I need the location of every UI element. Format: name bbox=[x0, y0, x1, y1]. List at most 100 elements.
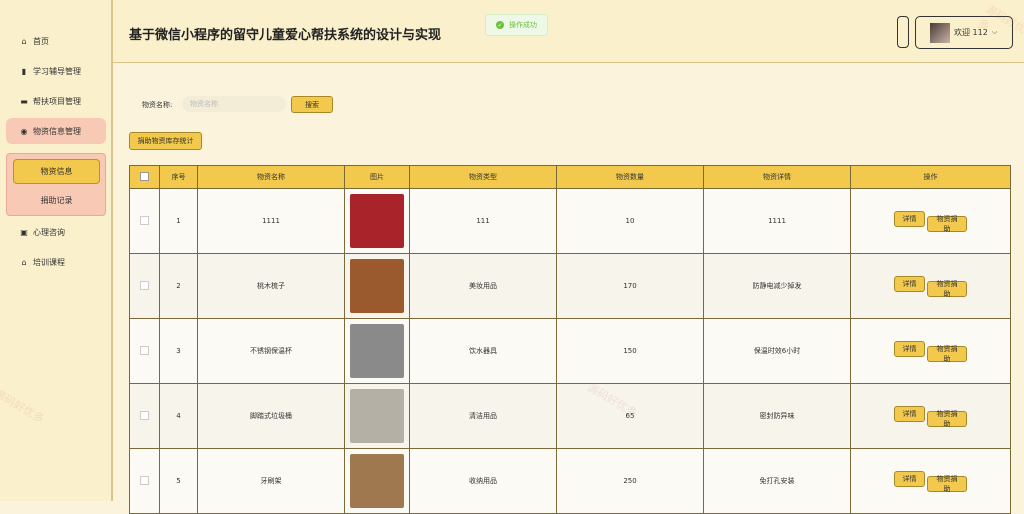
material-name: 桃木梳子 bbox=[197, 253, 345, 319]
sidebar-item-projects[interactable]: ▬ 帮扶项目管理 bbox=[6, 88, 106, 114]
header: 基于微信小程序的留守儿童爱心帮扶系统的设计与实现 ✓ 操作成功 欢迎 112 ⌵ bbox=[113, 0, 1024, 63]
bank-icon: ⌂ bbox=[21, 257, 27, 267]
card-icon: ▬ bbox=[20, 96, 28, 106]
material-quantity: 150 bbox=[556, 318, 704, 384]
select-all-checkbox[interactable] bbox=[140, 171, 149, 181]
row-number: 1 bbox=[159, 188, 198, 254]
sidebar-item-label: 心理咨询 bbox=[33, 227, 65, 237]
actions-cell: 详情 物资捐助 bbox=[850, 188, 1011, 254]
material-detail: 防静电减少掉发 bbox=[703, 253, 851, 319]
material-image[interactable] bbox=[350, 454, 404, 508]
search-button[interactable]: 搜索 bbox=[291, 96, 333, 113]
check-circle-icon: ✓ bbox=[496, 21, 504, 29]
welcome-text: 欢迎 112 bbox=[954, 28, 988, 37]
table-row: 4 脚踏式垃圾桶 清洁用品 65 密封防异味 详情 物资捐助 bbox=[129, 383, 1011, 449]
detail-button[interactable]: 详情 bbox=[894, 210, 925, 227]
stock-statistics-button[interactable]: 捐助物资库存统计 bbox=[129, 132, 202, 150]
material-name: 牙刷架 bbox=[197, 448, 345, 514]
chevron-down-icon: ⌵ bbox=[991, 28, 998, 36]
column-header: 序号 bbox=[159, 165, 198, 189]
row-select-cell bbox=[129, 383, 160, 449]
sidebar-item-home[interactable]: ⌂ 首页 bbox=[6, 28, 106, 54]
row-select-cell bbox=[129, 318, 160, 384]
row-select-cell bbox=[129, 188, 160, 254]
material-type: 111 bbox=[409, 188, 557, 254]
image-cell bbox=[344, 448, 410, 514]
column-header: 物资详情 bbox=[703, 165, 851, 189]
material-type: 饮水器具 bbox=[409, 318, 557, 384]
material-name: 1111 bbox=[197, 188, 345, 254]
sidebar-item-study[interactable]: ▮ 学习辅导管理 bbox=[6, 58, 106, 84]
column-header: 操作 bbox=[850, 165, 1011, 189]
submenu-item-materials-info[interactable]: 物资信息 bbox=[13, 159, 100, 184]
page-title: 基于微信小程序的留守儿童爱心帮扶系统的设计与实现 bbox=[129, 28, 442, 43]
detail-button[interactable]: 详情 bbox=[894, 275, 925, 292]
sidebar-item-materials[interactable]: ◉ 物资信息管理 bbox=[6, 118, 106, 144]
donate-button[interactable]: 物资捐助 bbox=[927, 410, 967, 428]
actions-cell: 详情 物资捐助 bbox=[850, 253, 1011, 319]
select-all-header bbox=[129, 165, 160, 189]
row-checkbox[interactable] bbox=[140, 475, 149, 485]
material-quantity: 170 bbox=[556, 253, 704, 319]
sidebar: ⌂ 首页 ▮ 学习辅导管理 ▬ 帮扶项目管理 ◉ 物资信息管理 物资信息 捐助记… bbox=[0, 0, 113, 501]
donate-button[interactable]: 物资捐助 bbox=[927, 215, 967, 233]
home-icon: ⌂ bbox=[21, 36, 27, 46]
material-image[interactable] bbox=[350, 194, 404, 248]
material-type: 清洁用品 bbox=[409, 383, 557, 449]
avatar bbox=[930, 22, 950, 43]
row-checkbox[interactable] bbox=[140, 280, 149, 290]
detail-button[interactable]: 详情 bbox=[894, 340, 925, 357]
table-header-row: 序号 物资名称 图片 物资类型 物资数量 物资详情 操作 bbox=[129, 165, 1011, 189]
table-row: 1 1111 111 10 1111 详情 物资捐助 bbox=[129, 188, 1011, 254]
search-input[interactable] bbox=[182, 96, 286, 112]
sidebar-item-label: 培训课程 bbox=[33, 257, 65, 267]
material-type: 美妆用品 bbox=[409, 253, 557, 319]
donate-button[interactable]: 物资捐助 bbox=[927, 345, 967, 363]
table-body: 1 1111 111 10 1111 详情 物资捐助 2 桃木梳子 美妆用品 170 防静电减少掉发详… bbox=[129, 188, 1011, 514]
detail-button[interactable]: 详情 bbox=[894, 405, 925, 422]
header-toggle-button[interactable] bbox=[897, 16, 909, 48]
user-menu[interactable]: 欢迎 112 ⌵ bbox=[915, 16, 1013, 49]
row-number: 2 bbox=[159, 253, 198, 319]
material-name: 不锈钢保温杯 bbox=[197, 318, 345, 384]
material-name: 脚踏式垃圾桶 bbox=[197, 383, 345, 449]
row-select-cell bbox=[129, 253, 160, 319]
material-quantity: 250 bbox=[556, 448, 704, 514]
column-header: 物资名称 bbox=[197, 165, 345, 189]
row-checkbox[interactable] bbox=[140, 215, 149, 225]
image-cell bbox=[344, 318, 410, 384]
material-detail: 1111 bbox=[703, 188, 851, 254]
actions-cell: 详情 物资捐助 bbox=[850, 318, 1011, 384]
material-image[interactable] bbox=[350, 389, 404, 443]
materials-table: 序号 物资名称 图片 物资类型 物资数量 物资详情 操作 1 1111 111 10 1… bbox=[129, 165, 1011, 514]
table-row: 2 桃木梳子 美妆用品 170 防静电减少掉发 详情 物资捐助 bbox=[129, 253, 1011, 319]
search-label: 物资名称: bbox=[142, 101, 173, 109]
donate-button[interactable]: 物资捐助 bbox=[927, 280, 967, 298]
row-number: 5 bbox=[159, 448, 198, 514]
sidebar-item-label: 物资信息管理 bbox=[33, 126, 81, 136]
actions-cell: 详情 物资捐助 bbox=[850, 383, 1011, 449]
radio-icon: ◉ bbox=[20, 126, 28, 136]
material-detail: 免打孔安装 bbox=[703, 448, 851, 514]
badge-icon: ▣ bbox=[20, 227, 28, 237]
submenu-item-donation-records[interactable]: 捐助记录 bbox=[13, 191, 100, 209]
chart-icon: ▮ bbox=[21, 66, 27, 76]
sidebar-item-label: 学习辅导管理 bbox=[33, 66, 81, 76]
material-image[interactable] bbox=[350, 324, 404, 378]
row-checkbox[interactable] bbox=[140, 410, 149, 420]
detail-button[interactable]: 详情 bbox=[894, 470, 925, 487]
column-header: 图片 bbox=[344, 165, 410, 189]
row-checkbox[interactable] bbox=[140, 345, 149, 355]
material-detail: 密封防异味 bbox=[703, 383, 851, 449]
sidebar-item-counseling[interactable]: ▣ 心理咨询 bbox=[6, 219, 106, 245]
sidebar-item-training[interactable]: ⌂ 培训课程 bbox=[6, 249, 106, 275]
row-select-cell bbox=[129, 448, 160, 514]
donate-button[interactable]: 物资捐助 bbox=[927, 475, 967, 493]
material-quantity: 65 bbox=[556, 383, 704, 449]
material-image[interactable] bbox=[350, 259, 404, 313]
column-header: 物资类型 bbox=[409, 165, 557, 189]
table-row: 5 牙刷架 收纳用品 250 免打孔安装 详情 物资捐助 bbox=[129, 448, 1011, 514]
material-detail: 保温时效6小时 bbox=[703, 318, 851, 384]
image-cell bbox=[344, 253, 410, 319]
image-cell bbox=[344, 188, 410, 254]
